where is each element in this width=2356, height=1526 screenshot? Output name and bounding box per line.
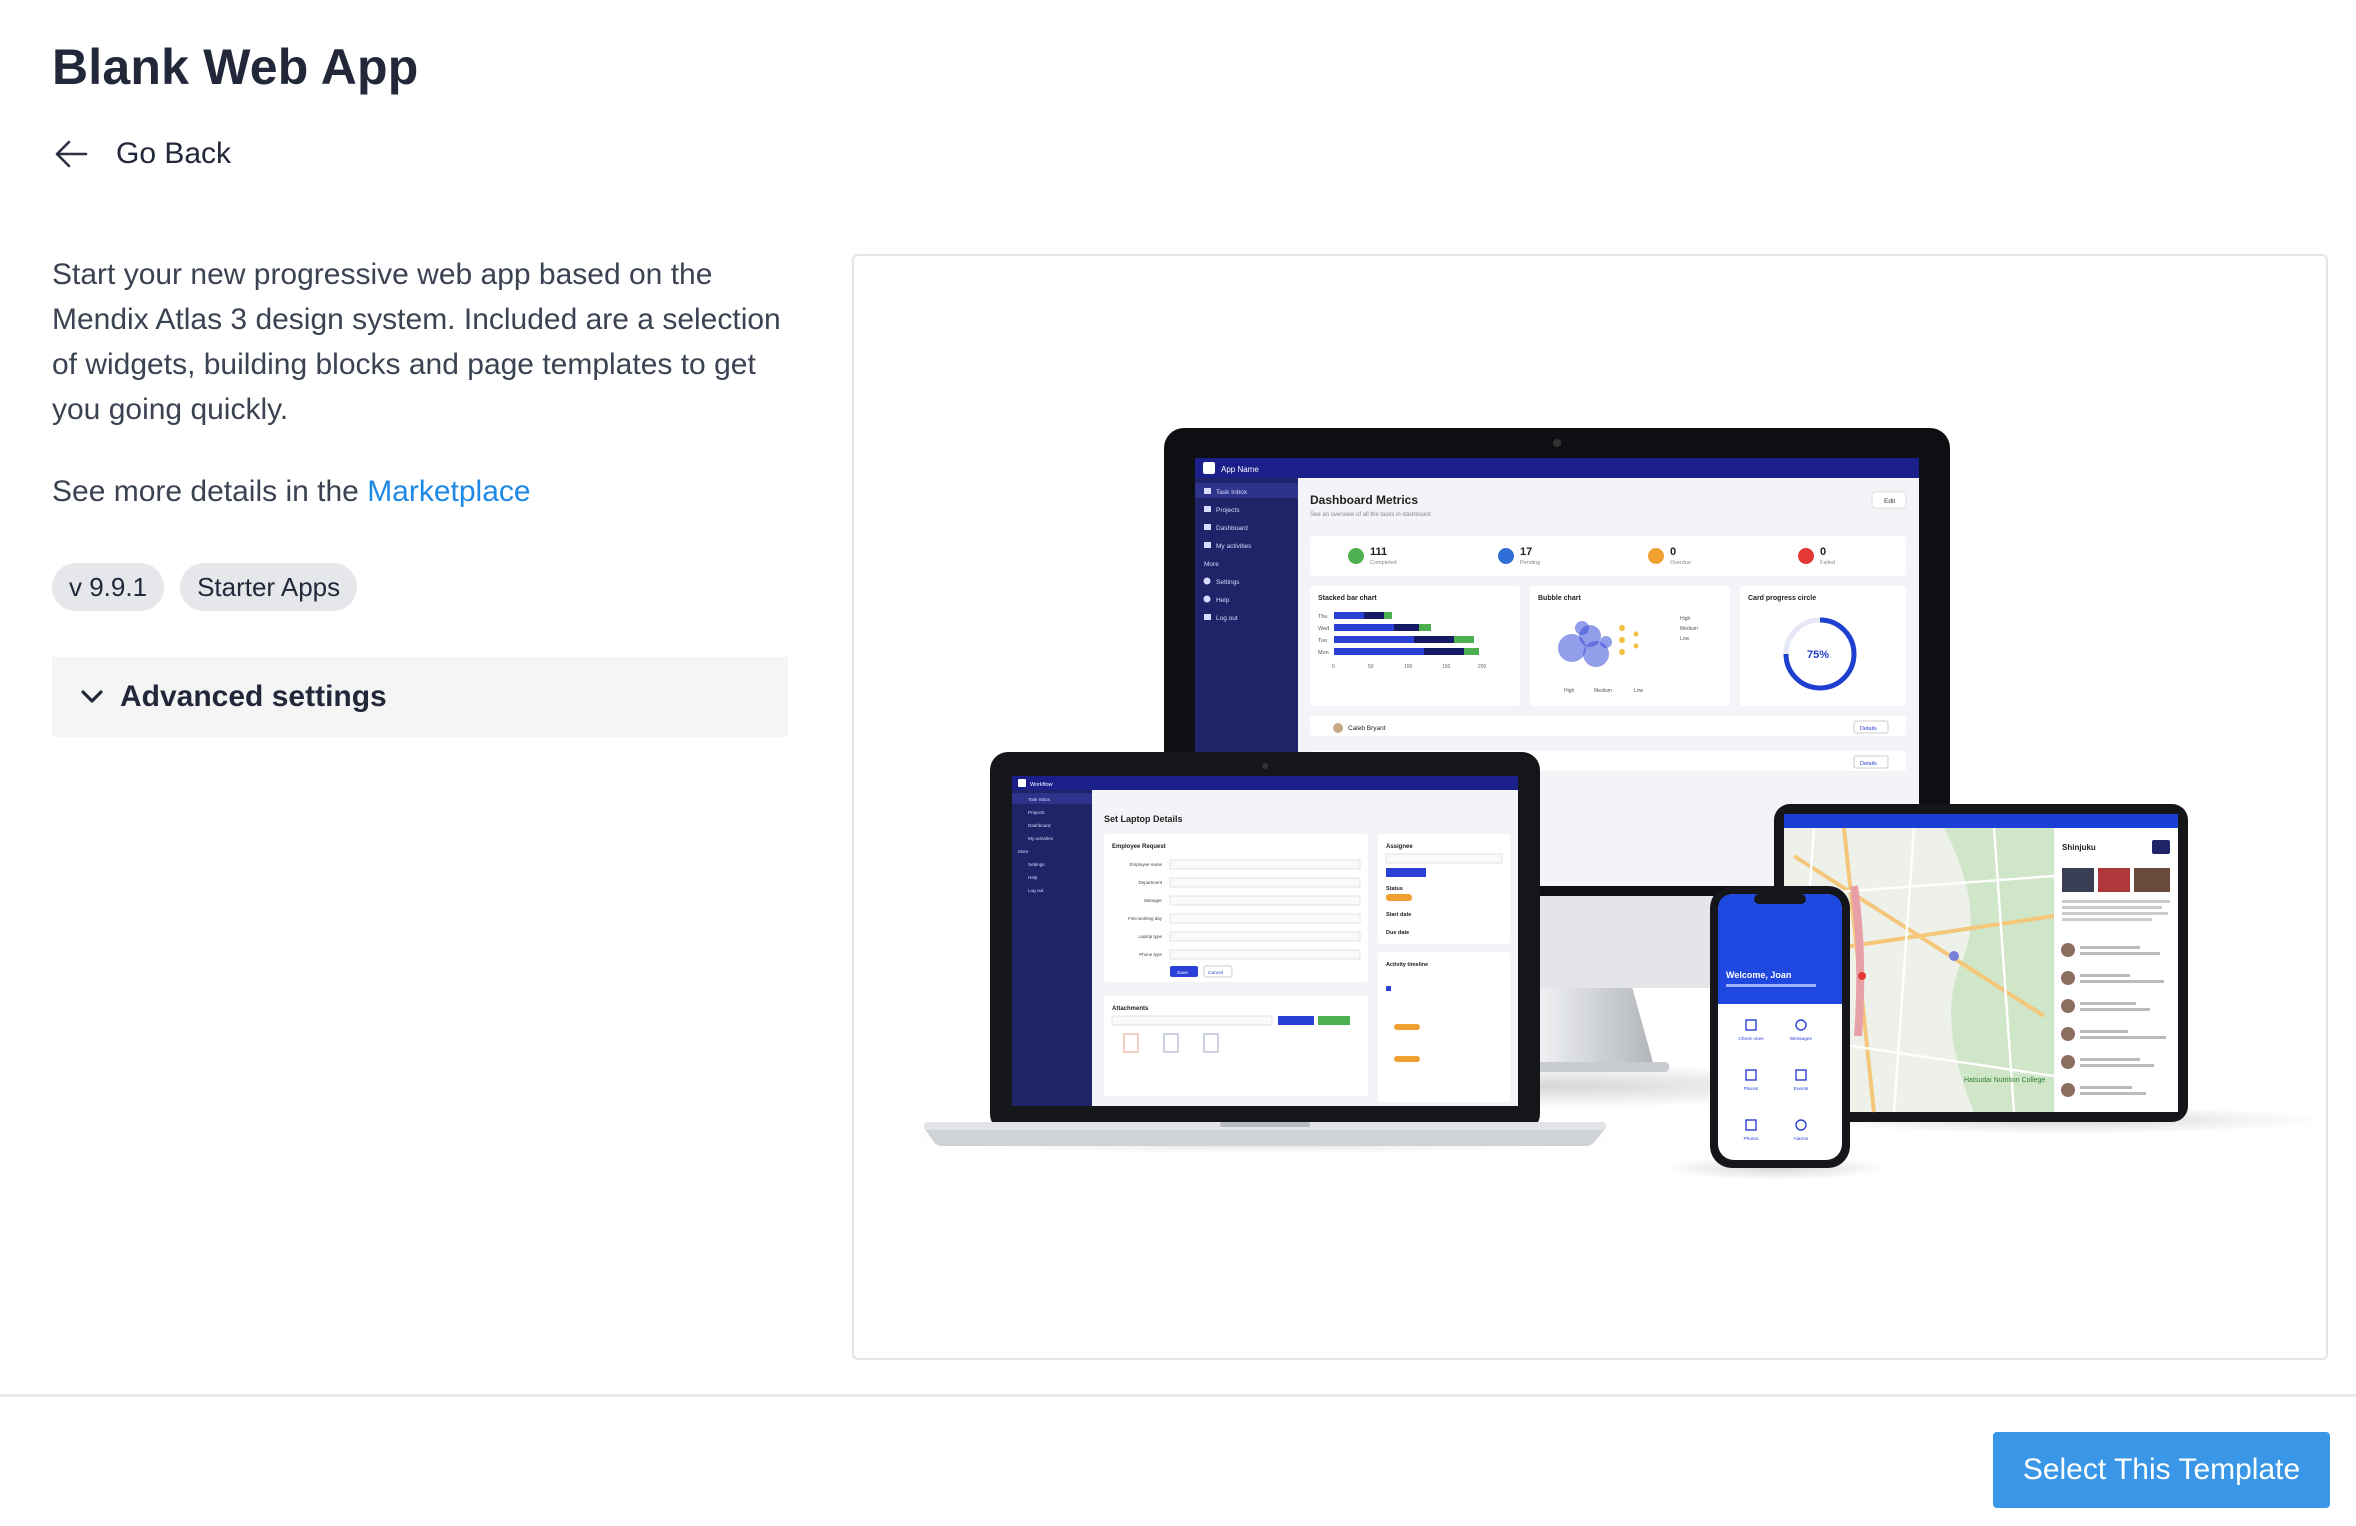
advanced-settings-label: Advanced settings (120, 680, 387, 713)
laptop-nav-dashboard: Dashboard (1028, 823, 1051, 828)
metric-failed-value: 0 (1820, 546, 1826, 558)
monitor-subheading: See an overview of all the tasks in dash… (1310, 512, 1431, 518)
laptop-nav-projects: Projects (1028, 810, 1045, 815)
laptop-device: Workflow Task Inbox Projects Dashboard M… (904, 752, 1624, 1154)
laptop-nav-settings: Settings (1028, 862, 1045, 867)
metric-overdue-value: 0 (1670, 546, 1676, 558)
category-tag: Starter Apps (180, 563, 358, 611)
monitor-heading: Dashboard Metrics (1310, 493, 1418, 507)
chevron-down-icon (81, 690, 103, 703)
phone-tile-messages: Messages (1790, 1036, 1812, 1042)
bubble-legend-high: High (1680, 616, 1691, 622)
bar-label-tue: Tue (1318, 638, 1327, 644)
monitor-nav-help: Help (1216, 597, 1230, 604)
laptop-app-name: Workflow (1030, 782, 1053, 788)
monitor-details-button-2: Details (1860, 761, 1877, 767)
advanced-settings-toggle[interactable]: Advanced settings (52, 657, 788, 737)
laptop-nav-logout: Log out (1028, 888, 1044, 893)
phone-tile-photos: Photos (1744, 1136, 1760, 1142)
go-back-label: Go Back (116, 137, 232, 170)
monitor-nav-task-inbox: Task Inbox (1216, 489, 1248, 496)
laptop-status: Status (1386, 886, 1403, 892)
bar-label-mon: Mon (1318, 650, 1329, 656)
bar-axis-100: 100 (1404, 664, 1413, 670)
laptop-timeline: Activity timeline (1386, 962, 1428, 968)
phone-tile-places: Places (1744, 1086, 1759, 1092)
laptop-heading: Set Laptop Details (1104, 814, 1183, 824)
monitor-edit-button: Edit (1884, 498, 1895, 505)
template-preview: App Name Task Inbox Projects Dashboard M… (852, 254, 2328, 1360)
monitor-nav-logout: Log out (1216, 615, 1238, 622)
laptop-nav-activities: My activities (1028, 836, 1054, 841)
bubble-legend-low: Low (1680, 636, 1690, 642)
stacked-bar-card-title: Stacked bar chart (1318, 595, 1377, 602)
bubble-legend-medium: Medium (1680, 626, 1698, 632)
bubble-axis-medium: Medium (1594, 688, 1612, 694)
monitor-nav-more: More (1204, 561, 1219, 568)
bar-label-thu: Thu (1318, 614, 1327, 620)
metric-pending-value: 17 (1520, 546, 1532, 558)
devices-illustration: App Name Task Inbox Projects Dashboard M… (904, 428, 2324, 1180)
tablet-place-title: Shinjuku (2062, 843, 2096, 852)
monitor-nav-projects: Projects (1216, 507, 1240, 514)
field-first-day: First working day (1128, 916, 1163, 921)
metric-failed-label: Failed (1820, 560, 1835, 566)
bar-label-wed: Wed (1318, 626, 1329, 632)
phone-tile-events: Events (1794, 1086, 1809, 1092)
laptop-due-date: Due date (1386, 930, 1409, 936)
monitor-details-button-1: Details (1860, 726, 1877, 732)
version-tag: v 9.9.1 (52, 563, 165, 611)
arrow-left-icon (55, 140, 88, 168)
bubble-card-title: Bubble chart (1538, 595, 1581, 602)
bar-axis-200: 200 (1478, 664, 1487, 670)
footer-divider (0, 1394, 2356, 1397)
metric-pending-label: Pending (1520, 560, 1540, 566)
laptop-cancel-button: Cancel (1208, 970, 1223, 976)
page-title: Blank Web App (52, 39, 419, 95)
laptop-nav-more: More (1018, 849, 1029, 854)
metric-overdue-label: Overdue (1670, 560, 1691, 566)
progress-value: 75% (1807, 649, 1829, 661)
monitor-nav-settings: Settings (1216, 579, 1240, 586)
field-manager: Manager (1144, 898, 1162, 903)
field-laptop-type: Laptop type (1138, 934, 1162, 939)
more-details-text: See more details in the (52, 475, 368, 508)
bubble-axis-high: High (1564, 688, 1575, 694)
phone-tile-alarms: Alarms (1794, 1136, 1810, 1142)
bar-axis-150: 150 (1442, 664, 1451, 670)
bar-axis-50: 50 (1368, 664, 1374, 670)
bubble-axis-low: Low (1634, 688, 1644, 694)
monitor-app-name: App Name (1221, 465, 1259, 474)
monitor-nav-activities: My activities (1216, 543, 1252, 550)
tag-list: v 9.9.1 Starter Apps (52, 563, 358, 611)
metric-completed-value: 111 (1370, 546, 1387, 558)
laptop-attachments-title: Attachments (1112, 1006, 1149, 1012)
field-employee-name: Employee name (1129, 862, 1162, 867)
marketplace-link[interactable]: Marketplace (367, 475, 530, 508)
laptop-nav-help: Help (1028, 875, 1038, 880)
bar-axis-0: 0 (1332, 664, 1335, 670)
tablet-map-label: Hatsudai Nutrition College (1964, 1077, 2045, 1084)
phone-tile-check: Check ones (1738, 1036, 1764, 1042)
laptop-nav-task-inbox: Task Inbox (1028, 797, 1051, 802)
progress-card-title: Card progress circle (1748, 595, 1816, 602)
laptop-section-title: Employee Request (1112, 844, 1166, 850)
template-description: Start your new progressive web app based… (52, 258, 781, 426)
tablet-device: Hatsudai Nutrition College Shinjuku (1774, 804, 2324, 1134)
monitor-person-name: Caleb Bryant (1348, 725, 1386, 732)
field-phone-type: Phone type (1139, 952, 1162, 957)
more-details: See more details in the Marketplace (52, 475, 531, 509)
laptop-start-date: Start date (1386, 912, 1411, 918)
laptop-assignee: Assignee (1386, 844, 1413, 850)
laptop-save-button: Save (1177, 970, 1188, 976)
metric-completed-label: Completed (1370, 560, 1397, 566)
monitor-nav-dashboard: Dashboard (1216, 525, 1248, 532)
phone-welcome: Welcome, Joan (1726, 970, 1791, 980)
field-department: Department (1138, 880, 1162, 885)
go-back-link[interactable]: Go Back (52, 132, 231, 176)
select-template-button[interactable]: Select This Template (1993, 1432, 2330, 1508)
